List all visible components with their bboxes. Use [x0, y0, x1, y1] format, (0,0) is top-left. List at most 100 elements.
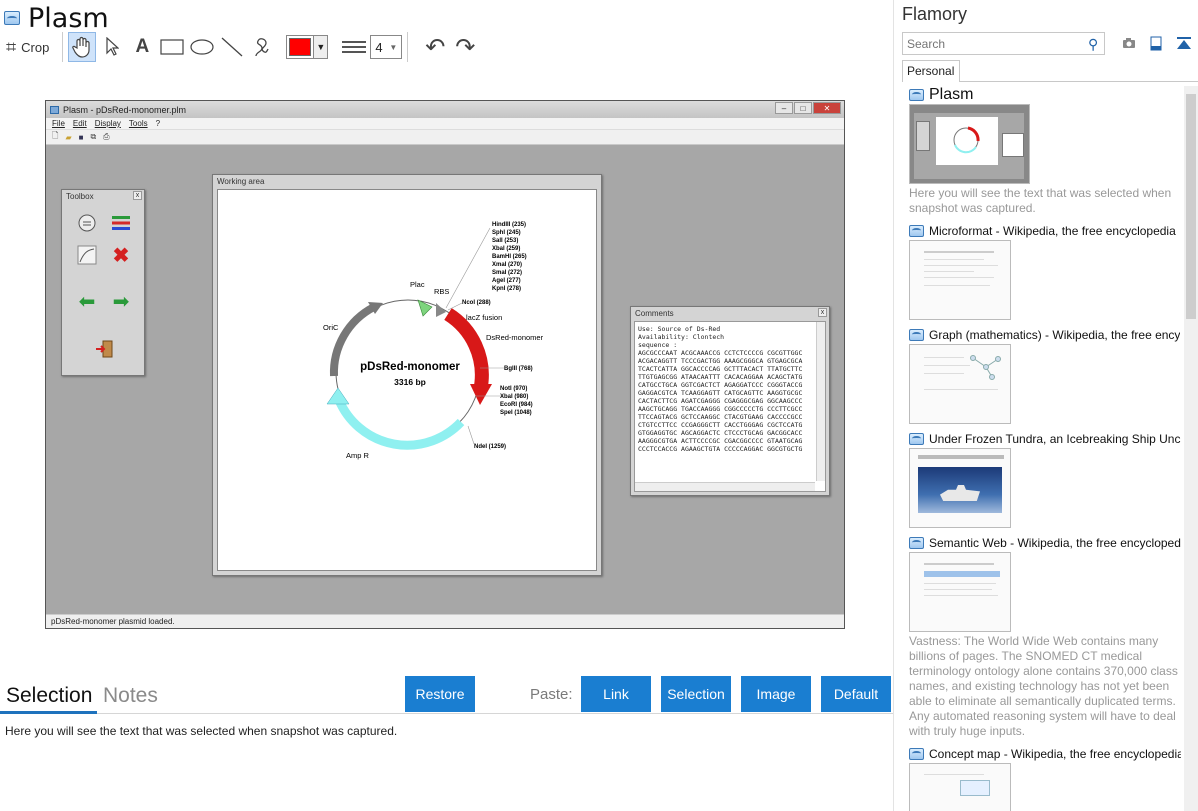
toolbox-title: Toolbox x [62, 190, 144, 202]
freehand-tool-button[interactable] [248, 32, 276, 62]
app-icon [909, 225, 924, 237]
text-tool-button[interactable]: A [128, 32, 156, 62]
snapshot-item[interactable]: Concept map - Wikipedia, the free encycl… [909, 745, 1181, 811]
app-icon [909, 329, 924, 341]
snapshot-thumbnail [909, 240, 1011, 320]
window-menu: File Edit Display Tools ? [46, 118, 844, 130]
search-input[interactable] [902, 32, 1105, 55]
pointer-tool-button[interactable] [98, 32, 126, 62]
camera-icon[interactable] [1120, 34, 1138, 52]
color-swatch [289, 38, 312, 56]
site-label: SpeI (1048) [500, 410, 532, 416]
redo-icon: ↷ [455, 33, 476, 61]
tab-personal[interactable]: Personal [902, 60, 960, 82]
toolbox-title-text: Toolbox [66, 191, 94, 201]
collapse-icon[interactable] [1175, 34, 1193, 52]
app-icon [909, 748, 924, 760]
snapshot-image: Plasm - pDsRed-monomer.plm – □ ✕ File Ed… [45, 100, 845, 629]
snapshot-thumbnail [909, 344, 1011, 424]
hand-tool-button[interactable] [68, 32, 97, 62]
menu-help: ? [155, 119, 161, 128]
paste-link-button[interactable]: Link [581, 676, 651, 712]
site-label: NcoI (288) [462, 300, 491, 306]
hand-icon [72, 36, 90, 58]
maximize-icon: □ [794, 102, 812, 114]
print-icon: ⎙ [103, 132, 110, 141]
comment-line: sequence : [638, 341, 678, 349]
snapshot-title: Concept map - Wikipedia, the free encycl… [929, 747, 1181, 761]
snapshot-description: Here you will see the text that was sele… [909, 186, 1172, 215]
tab-notes[interactable]: Notes [103, 684, 158, 708]
feature-lacz: lacZ fusion [466, 313, 502, 322]
feature-oric: OriC [323, 323, 339, 332]
snapshot-item[interactable]: Under Frozen Tundra, an Icebreaking Ship… [909, 430, 1181, 528]
ampr-arrowhead [326, 387, 350, 405]
search-icon[interactable]: ⚲ [1088, 36, 1098, 53]
save-icon: ■ [78, 132, 84, 142]
minimize-icon: – [775, 102, 793, 114]
paste-default-button[interactable]: Default [821, 676, 891, 712]
line-width-select[interactable]: 4 ▼ [370, 35, 403, 59]
crop-button[interactable]: ⌗ Crop [4, 32, 55, 62]
scrollbar-thumb[interactable] [1186, 94, 1196, 319]
snapshot-item[interactable]: Microformat - Wikipedia, the free encycl… [909, 222, 1181, 320]
window-toolbar: 🗋 ▰ ■ ⧉ ⎙ [46, 130, 844, 144]
comment-line: Use: Source of Ds-Red [638, 325, 721, 333]
snapshot-item[interactable]: Plasm Here you will see the text that wa… [909, 86, 1181, 216]
ellipse-tool-button[interactable] [188, 32, 216, 62]
crop-icon: ⌗ [6, 36, 17, 57]
tab-selection[interactable]: Selection [6, 684, 92, 708]
menu-tools: Tools [128, 119, 148, 128]
color-picker[interactable]: ▼ [286, 35, 329, 59]
chevron-down-icon: ▼ [389, 42, 398, 52]
pointer-icon [106, 37, 120, 56]
undo-button[interactable]: ↶ [421, 33, 449, 62]
menu-edit: Edit [72, 119, 87, 128]
new-file-icon: 🗋 [52, 131, 59, 140]
delete-icon: ✖ [112, 244, 130, 267]
paste-label: Paste: [530, 686, 573, 703]
comments-text: Use: Source of Ds-Red Availability: Clon… [634, 321, 826, 492]
paste-selection-button[interactable]: Selection [661, 676, 731, 712]
export-icon [93, 338, 115, 360]
site-label: EcoRI (984) [500, 402, 533, 408]
text-icon: A [135, 36, 150, 57]
app-icon [909, 537, 924, 549]
comments-panel: Comments x Use: Source of Ds-Red Availab… [630, 306, 830, 496]
line-width-icon [342, 41, 367, 53]
snapshot-title: Semantic Web - Wikipedia, the free encyc… [929, 536, 1181, 550]
comment-line: TTCCAGTACG GCTCCAAGGC CTACGTGAAG CACCCCG… [638, 413, 803, 421]
snapshot-title: Graph (mathematics) - Wikipedia, the fre… [929, 328, 1181, 342]
comments-vscroll [816, 322, 825, 481]
sidebar-scrollbar[interactable] [1184, 86, 1198, 811]
comments-title-text: Comments [635, 308, 674, 318]
snapshot-item[interactable]: Semantic Web - Wikipedia, the free encyc… [909, 534, 1181, 739]
line-width-value: 4 [375, 39, 383, 55]
open-folder-icon: ▰ [65, 132, 72, 142]
comment-line: AAGCTGCAGG TGACCAAGGG CGGCCCCCTG CCCTTCG… [638, 405, 803, 413]
redo-button[interactable]: ↷ [451, 33, 479, 62]
comment-line: CCCTCCACCG AGAAGCTGTA CCCCCAGGAC GGCGTGC… [638, 445, 803, 453]
tab-divider [960, 81, 1198, 82]
rectangle-tool-button[interactable] [158, 32, 186, 62]
feature-dsred: DsRed-monomer [486, 333, 544, 342]
paste-image-button[interactable]: Image [741, 676, 811, 712]
circle-tool-icon [76, 212, 98, 234]
undo-icon: ↶ [425, 33, 446, 61]
feature-plac: Plac [410, 280, 425, 289]
comment-line: TTGTGAGCGG ATAACAATTT CACACAGGAA ACAGCTA… [638, 373, 803, 381]
line-tool-button[interactable] [218, 32, 246, 62]
restore-button[interactable]: Restore [405, 676, 475, 712]
drawing-toolbar: ⌗ Crop A ▼ 4 ▼ ↶ ↷ [4, 31, 479, 63]
document-icon[interactable] [1147, 34, 1165, 52]
comment-line: CTGTCCTTCC CCGAGGGCTT CACCTGGGAG CGCTCCA… [638, 421, 803, 429]
site-label: SphI (245) [492, 230, 521, 236]
comment-line: GTGGAGGTGC AGCAGGACTC CTCCCTGCAG GACGGCA… [638, 429, 803, 437]
working-area-title: Working area [213, 175, 601, 187]
snapshot-thumbnail [909, 763, 1011, 811]
snapshot-title: Microformat - Wikipedia, the free encycl… [929, 224, 1176, 238]
snapshot-item[interactable]: Graph (mathematics) - Wikipedia, the fre… [909, 326, 1181, 424]
toolbox-panel: Toolbox x ✖ ⬅ ➡ [61, 189, 145, 376]
freehand-icon [255, 38, 269, 57]
comment-line: AGCGCCCAAT ACGCAAACCG CCTCTCCCCG CGCGTTG… [638, 349, 803, 357]
